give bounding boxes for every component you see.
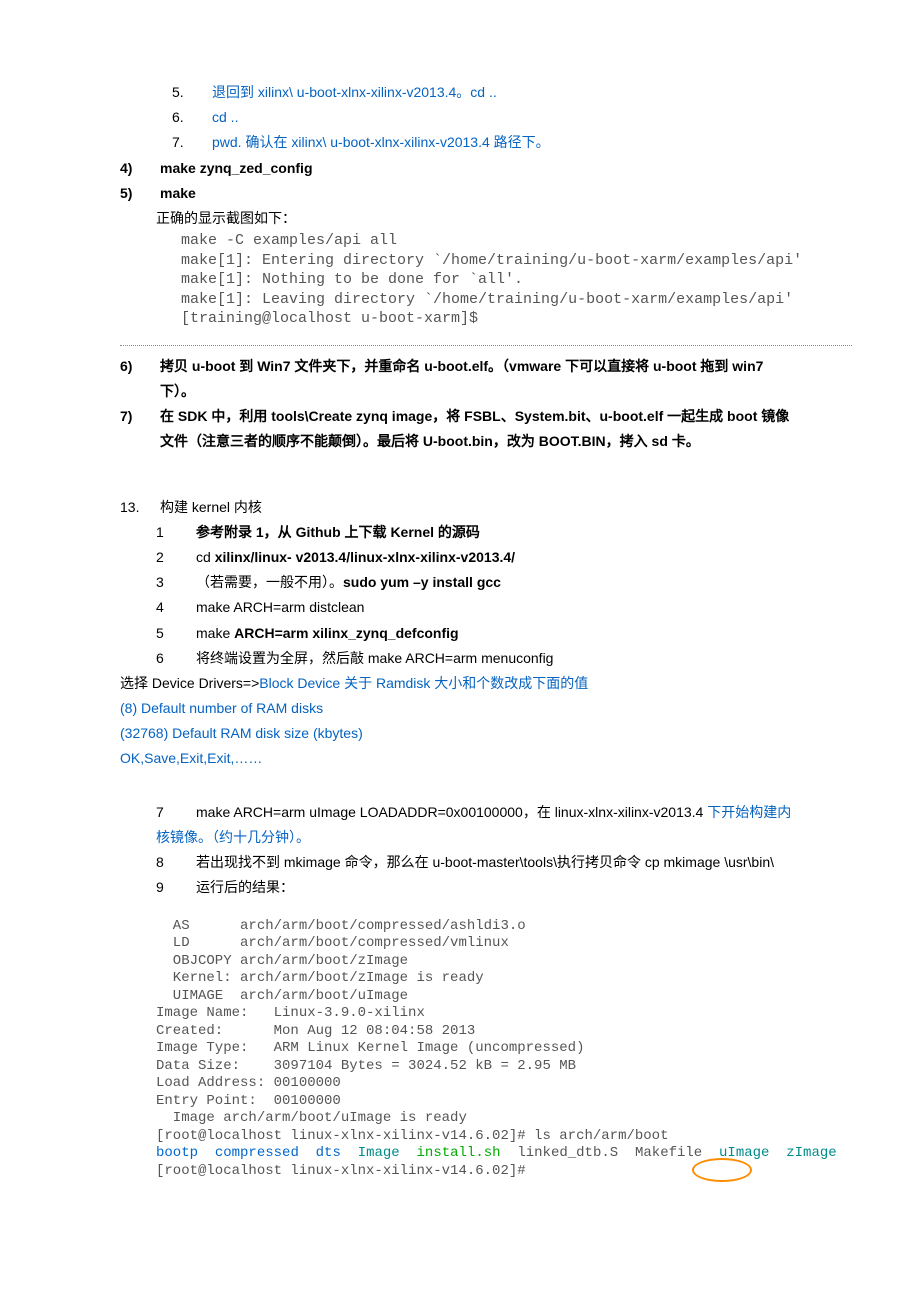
kernel-step-2: 2 cd xilinx/linux- v2013.4/linux-xlnx-xi… (120, 545, 800, 570)
device-drivers-choose: 选择 Device Drivers=>Block Device 关于 Ramdi… (120, 671, 800, 696)
ls-uimage: uImage (719, 1145, 769, 1161)
ls-image: Image (358, 1145, 400, 1161)
step-5: 5) make (120, 181, 800, 206)
cmd: sudo yum –y install gcc (343, 574, 501, 590)
kernel-step-5: 5 make ARCH=arm xilinx_zynq_defconfig (120, 621, 800, 646)
sub-item-6: 6. cd .. (120, 105, 800, 130)
num: 6) (120, 354, 160, 404)
text: 在 SDK 中，利用 tools\Create zynq image，将 FSB… (160, 404, 800, 454)
text: cd xilinx/linux- v2013.4/linux-xlnx-xili… (196, 545, 800, 570)
text: pwd. 确认在 xilinx\ u-boot-xlnx-xilinx-v201… (212, 130, 800, 155)
pre: make (196, 625, 234, 641)
num: 9 (156, 875, 196, 900)
option-8: (8) Default number of RAM disks (120, 696, 800, 721)
highlight-circle-icon (692, 1158, 752, 1182)
step-4: 4) make zynq_zed_config (120, 156, 800, 181)
kernel-step-9: 9 运行后的结果： (120, 875, 800, 900)
desc: Block Device 关于 Ramdisk 大小和个数改成下面的值 (259, 675, 588, 691)
step-6: 6) 拷贝 u-boot 到 Win7 文件夹下，并重命名 u-boot.elf… (120, 354, 800, 404)
num: 4) (120, 156, 160, 181)
num: 13. (120, 495, 160, 520)
path: xilinx/linux- v2013.4/linux-xlnx-xilinx-… (215, 549, 515, 565)
kernel-step-4: 4 make ARCH=arm distclean (120, 595, 800, 620)
text: 退回到 xilinx\ u-boot-xlnx-xilinx-v2013.4。c… (212, 80, 800, 105)
num: 1 (156, 520, 196, 545)
ok-save-exit: OK,Save,Exit,Exit,…… (120, 746, 800, 771)
ls-compressed: compressed (215, 1145, 299, 1161)
text: make ARCH=arm xilinx_zynq_defconfig (196, 621, 800, 646)
divider (120, 345, 852, 346)
kernel-step-3: 3 （若需要，一般不用）。sudo yum –y install gcc (120, 570, 800, 595)
pre: （若需要，一般不用）。 (196, 574, 343, 590)
num: 2 (156, 545, 196, 570)
ls-install: install.sh (417, 1145, 501, 1161)
step-7: 7) 在 SDK 中，利用 tools\Create zynq image，将 … (120, 404, 800, 454)
ls-makefile: Makefile (635, 1145, 702, 1161)
num: 5) (120, 181, 160, 206)
terminal-output-1: make -C examples/api all make[1]: Enteri… (120, 231, 800, 329)
option-32768: (32768) Default RAM disk size (kbytes) (120, 721, 800, 746)
num: 8 (156, 850, 196, 875)
text: 拷贝 u-boot 到 Win7 文件夹下，并重命名 u-boot.elf。（v… (160, 354, 800, 404)
pre: cd (196, 549, 215, 565)
kernel-step-1: 1 参考附录 1，从 Github 上下载 Kernel 的源码 (120, 520, 800, 545)
cmd: ARCH=arm xilinx_zynq_defconfig (234, 625, 458, 641)
text: 运行后的结果： (196, 875, 800, 900)
num: 6. (172, 105, 212, 130)
num: 5 (156, 621, 196, 646)
text: make ARCH=arm distclean (196, 595, 800, 620)
term-body: AS arch/arm/boot/compressed/ashldi3.o LD… (156, 918, 668, 1144)
text: make zynq_zed_config (160, 156, 800, 181)
kernel-step-7: 7make ARCH=arm uImage LOADADDR=0x0010000… (120, 800, 800, 850)
ls-zimage: zImage (786, 1145, 836, 1161)
num: 7) (120, 404, 160, 454)
sub-item-7: 7. pwd. 确认在 xilinx\ u-boot-xlnx-xilinx-v… (120, 130, 800, 155)
term-prompt: [root@localhost linux-xlnx-xilinx-v14.6.… (156, 1163, 534, 1179)
kernel-step-6: 6 将终端设置为全屏，然后敲 make ARCH=arm menuconfig (120, 646, 800, 671)
text: （若需要，一般不用）。sudo yum –y install gcc (196, 570, 800, 595)
num: 4 (156, 595, 196, 620)
terminal-output-2: AS arch/arm/boot/compressed/ashldi3.o LD… (120, 900, 800, 1198)
ls-bootp: bootp (156, 1145, 198, 1161)
text: 参考附录 1，从 Github 上下载 Kernel 的源码 (196, 520, 800, 545)
title: 构建 kernel 内核 (160, 495, 800, 520)
sub-item-5: 5. 退回到 xilinx\ u-boot-xlnx-xilinx-v2013.… (120, 80, 800, 105)
num: 3 (156, 570, 196, 595)
text: cd .. (212, 105, 800, 130)
pwd-label: pwd. (212, 134, 245, 150)
ls-linked: linked_dtb.S (517, 1145, 618, 1161)
kernel-step-8: 8若出现找不到 mkimage 命令，那么在 u-boot-master\too… (120, 850, 800, 875)
text: 将终端设置为全屏，然后敲 make ARCH=arm menuconfig (196, 646, 800, 671)
pwd-desc: 确认在 xilinx\ u-boot-xlnx-xilinx-v2013.4 路… (245, 134, 549, 150)
num: 7. (172, 130, 212, 155)
pre: 选择 Device Drivers=> (120, 675, 259, 691)
text: 若出现找不到 mkimage 命令，那么在 u-boot-master\tool… (196, 854, 774, 870)
num: 7 (156, 800, 196, 825)
text: make (160, 181, 800, 206)
num: 6 (156, 646, 196, 671)
step-5-desc: 正确的显示截图如下： (120, 206, 800, 231)
text-a: make ARCH=arm uImage LOADADDR=0x00100000… (196, 804, 707, 820)
num: 5. (172, 80, 212, 105)
section-13-header: 13. 构建 kernel 内核 (120, 495, 800, 520)
ls-dts: dts (316, 1145, 341, 1161)
